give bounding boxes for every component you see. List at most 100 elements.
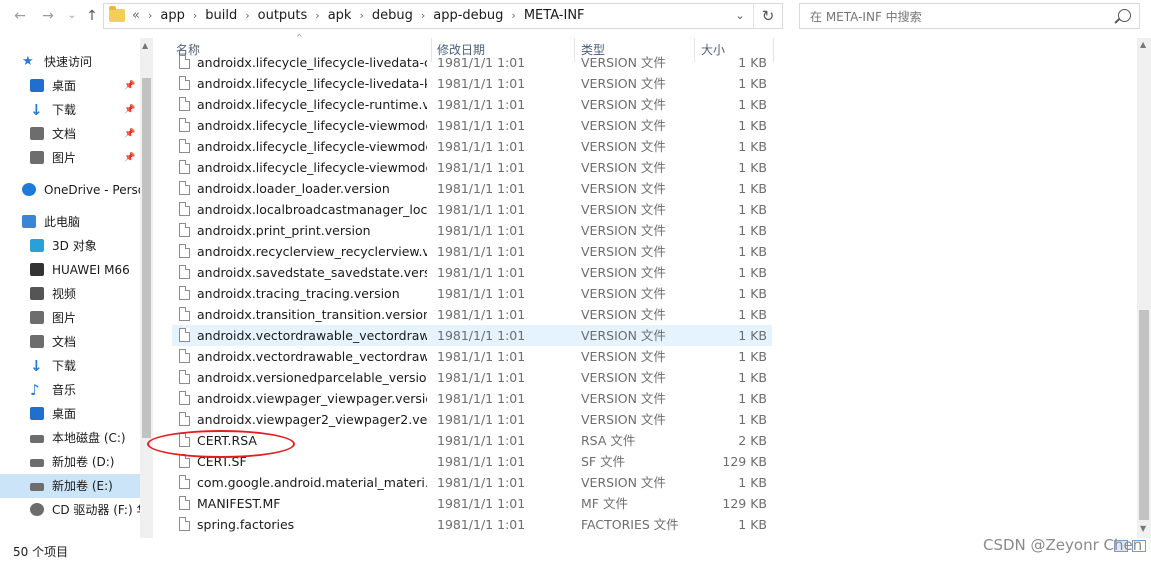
up-arrow-icon[interactable]: ↑	[82, 6, 102, 26]
breadcrumb-overflow-icon[interactable]: «	[132, 8, 140, 23]
nav-item[interactable]: 文档 📌	[0, 122, 140, 146]
nav-item[interactable]: ♪ 音乐	[0, 378, 140, 402]
file-type: VERSION 文件	[581, 328, 666, 343]
breadcrumb-item[interactable]: debug	[372, 8, 413, 23]
address-dropdown-chevron-icon[interactable]: ⌄	[730, 4, 750, 28]
file-row[interactable]: androidx.vectordrawable_vectordraw... 198…	[172, 346, 772, 367]
file-row[interactable]: androidx.localbroadcastmanager_loc... 198…	[172, 199, 772, 220]
nav-item[interactable]: 图片	[0, 306, 140, 330]
file-date: 1981/1/1 1:01	[437, 370, 526, 385]
nav-item-label: 图片	[52, 151, 77, 165]
file-row[interactable]: androidx.lifecycle_lifecycle-livedata-kt…	[172, 73, 772, 94]
breadcrumb-separator-icon[interactable]: ›	[421, 9, 425, 22]
scroll-down-arrow-icon[interactable]: ▼	[1140, 524, 1146, 533]
file-row[interactable]: androidx.versionedparcelable_versio... 19…	[172, 367, 772, 388]
file-row[interactable]: androidx.lifecycle_lifecycle-livedata-c.…	[172, 55, 772, 73]
file-row[interactable]: androidx.vectordrawable_vectordraw... 198…	[172, 325, 772, 346]
pin-icon[interactable]: 📌	[124, 74, 135, 98]
file-size: 1 KB	[738, 76, 767, 91]
breadcrumb-item[interactable]: apk	[328, 8, 352, 23]
nav-item[interactable]: HUAWEI M66	[0, 258, 140, 282]
address-bar[interactable]: « › app › build › outputs › apk › debug › app-debug ›…	[103, 3, 783, 29]
file-row[interactable]: androidx.loader_loader.version 1981/1/1 1…	[172, 178, 772, 199]
nav-item-label: HUAWEI M66	[52, 263, 130, 277]
file-row[interactable]: androidx.lifecycle_lifecycle-runtime.ve.…	[172, 94, 772, 115]
nav-item[interactable]: 视频	[0, 282, 140, 306]
file-list-scrollbar[interactable]: ▲ ▼	[1137, 38, 1151, 538]
nav-item[interactable]: 新加卷 (D:)	[0, 450, 140, 474]
nav-item[interactable]: 桌面	[0, 402, 140, 426]
nav-item[interactable]: 此电脑	[0, 210, 140, 234]
search-box[interactable]	[799, 3, 1140, 29]
file-row[interactable]: androidx.tracing_tracing.version 1981/1/1…	[172, 283, 772, 304]
search-icon[interactable]	[1118, 9, 1131, 22]
file-row[interactable]: androidx.recyclerview_recyclerview.ve...…	[172, 241, 772, 262]
breadcrumb: « › app › build › outputs › apk › debug › app-debug ›…	[132, 4, 585, 28]
file-row[interactable]: androidx.viewpager2_viewpager2.ver... 198…	[172, 409, 772, 430]
back-arrow-icon[interactable]: ←	[10, 6, 30, 26]
file-row[interactable]: androidx.lifecycle_lifecycle-viewmodel..…	[172, 115, 772, 136]
breadcrumb-item[interactable]: outputs	[258, 8, 308, 23]
file-row[interactable]: androidx.lifecycle_lifecycle-viewmodel..…	[172, 157, 772, 178]
download-icon: ↓	[30, 101, 43, 119]
breadcrumb-item[interactable]: app-debug	[433, 8, 503, 23]
file-row[interactable]: androidx.viewpager_viewpager.version 1981…	[172, 388, 772, 409]
scroll-up-arrow-icon[interactable]: ▲	[142, 41, 148, 50]
nav-item[interactable]: 新加卷 (E:)	[0, 474, 140, 498]
file-size: 1 KB	[738, 97, 767, 112]
breadcrumb-separator-icon[interactable]: ›	[511, 9, 515, 22]
scrollbar-thumb[interactable]	[142, 78, 151, 438]
breadcrumb-item[interactable]: build	[205, 8, 237, 23]
breadcrumb-separator-icon[interactable]: ›	[193, 9, 197, 22]
scrollbar-thumb[interactable]	[1139, 310, 1149, 520]
file-name: MANIFEST.MF	[197, 496, 281, 511]
nav-item[interactable]: ↓ 下载 📌	[0, 98, 140, 122]
file-row[interactable]: com.google.android.material_materi... 198…	[172, 472, 772, 493]
breadcrumb-separator-icon[interactable]: ›	[148, 9, 152, 22]
nav-item[interactable]: 桌面 📌	[0, 74, 140, 98]
nav-item[interactable]: CD 驱动器 (F:) 华	[0, 498, 140, 522]
nav-item-label: 3D 对象	[52, 239, 97, 253]
file-icon	[179, 517, 190, 531]
file-name: androidx.savedstate_savedstate.versi...	[197, 265, 427, 280]
nav-item[interactable]: 3D 对象	[0, 234, 140, 258]
column-divider[interactable]	[773, 38, 774, 62]
scroll-up-arrow-icon[interactable]: ▲	[1140, 40, 1146, 49]
file-type: VERSION 文件	[581, 97, 666, 112]
file-list: androidx.lifecycle_lifecycle-livedata-c.…	[172, 55, 772, 541]
search-input[interactable]	[808, 7, 1112, 27]
breadcrumb-separator-icon[interactable]: ›	[245, 9, 249, 22]
file-type: VERSION 文件	[581, 370, 666, 385]
file-row[interactable]: spring.factories 1981/1/1 1:01 FACTORIES 文…	[172, 514, 772, 535]
breadcrumb-separator-icon[interactable]: ›	[359, 9, 363, 22]
refresh-icon[interactable]: ↻	[753, 4, 782, 28]
breadcrumb-separator-icon[interactable]: ›	[315, 9, 319, 22]
breadcrumb-item[interactable]: META-INF	[524, 8, 585, 23]
pin-icon[interactable]: 📌	[124, 122, 135, 146]
file-row[interactable]: androidx.savedstate_savedstate.versi... 1…	[172, 262, 772, 283]
file-name: androidx.lifecycle_lifecycle-viewmodel..…	[197, 139, 427, 154]
nav-item[interactable]: ★ 快速访问	[0, 50, 140, 74]
nav-item[interactable]: 文档	[0, 330, 140, 354]
nav-item[interactable]: ↓ 下载	[0, 354, 140, 378]
file-name: androidx.versionedparcelable_versio...	[197, 370, 427, 385]
file-date: 1981/1/1 1:01	[437, 139, 526, 154]
nav-item[interactable]: 本地磁盘 (C:)	[0, 426, 140, 450]
file-row[interactable]: MANIFEST.MF 1981/1/1 1:01 MF 文件 129 KB	[172, 493, 772, 514]
pin-icon[interactable]: 📌	[124, 98, 135, 122]
file-row[interactable]: androidx.print_print.version 1981/1/1 1:0…	[172, 220, 772, 241]
annotation-ellipse	[147, 430, 295, 458]
forward-arrow-icon[interactable]: →	[38, 6, 58, 26]
pin-icon[interactable]: 📌	[124, 146, 135, 170]
nav-item[interactable]: OneDrive - Perso	[0, 178, 140, 202]
navigation-scrollbar[interactable]: ▲	[140, 38, 153, 538]
star-icon: ★	[22, 54, 34, 69]
file-row[interactable]: androidx.lifecycle_lifecycle-viewmodel..…	[172, 136, 772, 157]
nav-item[interactable]: 图片 📌	[0, 146, 140, 170]
file-row[interactable]: androidx.transition_transition.version 19…	[172, 304, 772, 325]
breadcrumb-item[interactable]: app	[160, 8, 184, 23]
file-date: 1981/1/1 1:01	[437, 475, 526, 490]
file-type: VERSION 文件	[581, 76, 666, 91]
recent-locations-chevron-icon[interactable]: ⌄	[62, 6, 82, 26]
file-type: VERSION 文件	[581, 286, 666, 301]
